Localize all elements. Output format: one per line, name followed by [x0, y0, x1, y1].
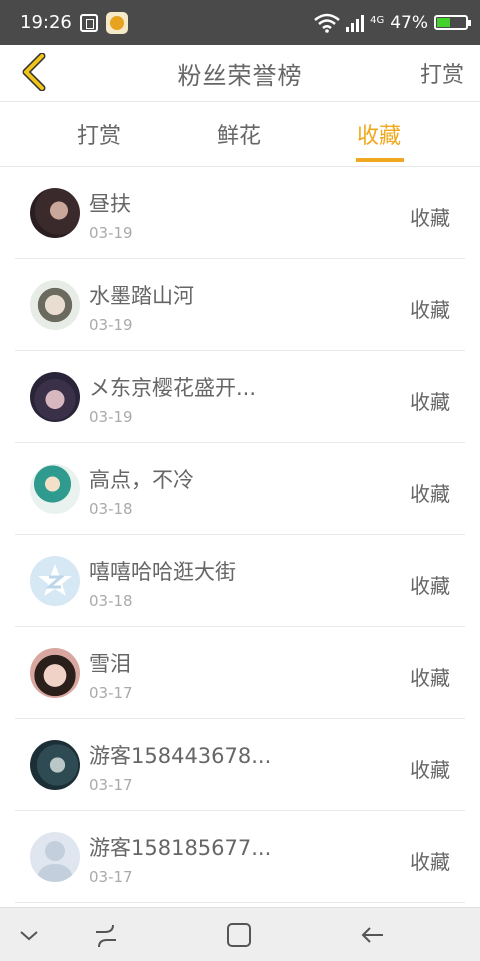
- fan-date: 03-18: [89, 592, 133, 610]
- fan-name: 昼扶: [89, 192, 131, 216]
- list-item[interactable]: 游客158185677... 03-17 收藏: [15, 811, 465, 903]
- avatar: [30, 372, 80, 422]
- default-avatar-icon: [38, 564, 72, 596]
- list-item[interactable]: 雪泪 03-17 收藏: [15, 627, 465, 719]
- list-item[interactable]: メ东京樱花盛开... 03-19 收藏: [15, 351, 465, 443]
- fan-action-label: 收藏: [410, 298, 450, 322]
- avatar: [30, 648, 80, 698]
- avatar: [30, 464, 80, 514]
- battery-percent: 47%: [390, 12, 428, 33]
- default-avatar-icon: [36, 841, 74, 882]
- tab-bar: 打赏 鲜花 收藏: [0, 102, 480, 167]
- fan-date: 03-17: [89, 776, 133, 794]
- fan-name: 游客158443678...: [89, 744, 272, 768]
- list-item[interactable]: 嘻嘻哈哈逛大街 03-18 收藏: [15, 535, 465, 627]
- status-time: 19:26: [20, 12, 72, 33]
- fan-name: 嘻嘻哈哈逛大街: [89, 560, 236, 584]
- avatar: [30, 188, 80, 238]
- avatar: [30, 556, 80, 606]
- avatar: [30, 280, 80, 330]
- wifi-icon: [314, 13, 340, 33]
- fan-name: メ东京樱花盛开...: [89, 376, 257, 400]
- chevron-down-icon[interactable]: [14, 920, 44, 950]
- network-type: 4G: [370, 14, 385, 26]
- fan-date: 03-19: [89, 224, 133, 242]
- battery-icon: [434, 15, 471, 30]
- system-nav-bar: [0, 907, 480, 961]
- app-notification-icon: [105, 11, 128, 34]
- fan-date: 03-18: [89, 500, 133, 518]
- avatar: [30, 740, 80, 790]
- tab-favorites[interactable]: 收藏: [357, 118, 401, 150]
- fan-action-label: 收藏: [410, 206, 450, 230]
- header: 粉丝荣誉榜 打赏: [0, 45, 480, 102]
- fan-name: 高点，不冷: [89, 468, 194, 492]
- page-title: 粉丝荣誉榜: [177, 61, 303, 90]
- fan-action-label: 收藏: [410, 666, 450, 690]
- tab-flowers[interactable]: 鲜花: [217, 118, 261, 150]
- fan-action-label: 收藏: [410, 574, 450, 598]
- tab-active-indicator: [356, 158, 404, 162]
- fan-date: 03-17: [89, 684, 133, 702]
- status-bar: 19:26 4G 47%: [0, 0, 480, 45]
- fan-action-label: 收藏: [410, 482, 450, 506]
- reward-button[interactable]: 打赏: [420, 57, 464, 89]
- home-icon[interactable]: [224, 920, 254, 950]
- fan-name: 游客158185677...: [89, 836, 272, 860]
- sim-card-icon: [79, 13, 98, 32]
- fan-name: 雪泪: [89, 652, 131, 676]
- recent-apps-icon[interactable]: [91, 920, 121, 950]
- fan-name: 水墨踏山河: [89, 284, 194, 308]
- list-item[interactable]: 昼扶 03-19 收藏: [15, 167, 465, 259]
- fan-action-label: 收藏: [410, 850, 450, 874]
- avatar: [30, 832, 80, 882]
- tab-reward[interactable]: 打赏: [77, 118, 121, 150]
- fan-date: 03-19: [89, 316, 133, 334]
- fan-list: 昼扶 03-19 收藏 水墨踏山河 03-19 收藏 メ东京樱花盛开... 03…: [0, 167, 480, 903]
- list-item[interactable]: 水墨踏山河 03-19 收藏: [15, 259, 465, 351]
- list-item[interactable]: 高点，不冷 03-18 收藏: [15, 443, 465, 535]
- back-nav-icon[interactable]: [357, 920, 387, 950]
- cell-signal-icon: [346, 14, 365, 32]
- list-item[interactable]: 游客158443678... 03-17 收藏: [15, 719, 465, 811]
- back-arrow-icon: [22, 53, 46, 91]
- fan-date: 03-17: [89, 868, 133, 886]
- fan-action-label: 收藏: [410, 758, 450, 782]
- fan-action-label: 收藏: [410, 390, 450, 414]
- fan-date: 03-19: [89, 408, 133, 426]
- back-button[interactable]: [14, 52, 54, 92]
